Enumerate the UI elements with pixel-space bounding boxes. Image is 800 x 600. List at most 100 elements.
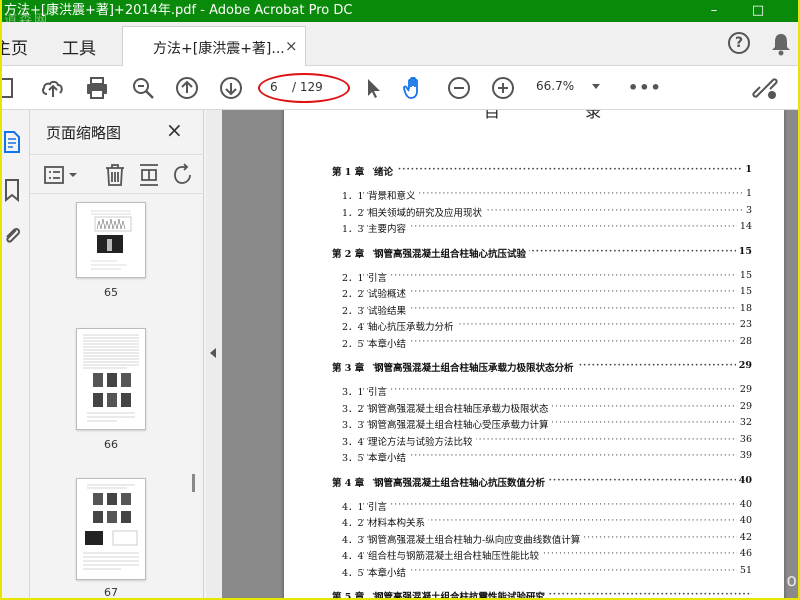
thumbnail-page-number: 67 [104, 586, 118, 599]
toc-number: 第 2 章 [332, 248, 365, 260]
toc-chapter-row[interactable]: ········································… [332, 360, 752, 374]
toc-section-row[interactable]: ········································… [332, 302, 752, 317]
bookmark-icon[interactable] [2, 178, 22, 202]
toc-leader-dots: ········································… [372, 164, 752, 175]
toc-section-row[interactable]: ········································… [332, 384, 752, 398]
zoom-search-icon[interactable] [130, 75, 156, 101]
delete-page-icon[interactable] [104, 163, 126, 187]
toc-chapter-row[interactable]: ········································… [332, 164, 752, 178]
toc-section-row[interactable]: ········································… [332, 548, 752, 562]
toc-heading: 目 录 [484, 110, 642, 121]
toc-leader-dots: ········································… [362, 498, 752, 510]
toc-section-row[interactable]: ········································… [332, 188, 752, 202]
select-cursor-icon[interactable] [360, 75, 386, 101]
close-panel-icon[interactable]: × [166, 118, 183, 142]
zoom-out-icon[interactable] [446, 75, 472, 101]
toc-section-row[interactable]: ········································… [332, 204, 752, 219]
document-page: 目 录 ····································… [284, 110, 784, 600]
minimize-button[interactable]: – [696, 0, 732, 22]
toc-leader-dots: ········································… [362, 286, 752, 297]
page-thumbnails-icon[interactable] [2, 130, 22, 154]
toc-title: 钢管高强混凝土组合柱轴心抗压试验 [374, 245, 530, 260]
toc-leader-dots: ········································… [362, 269, 752, 281]
toc-number: 3．1 [342, 387, 364, 398]
toc-section-row[interactable]: ········································… [332, 515, 752, 529]
toc-number: 2．4 [342, 322, 364, 333]
toc-leader-dots: ········································… [362, 188, 752, 199]
thumbnail-page[interactable] [76, 478, 146, 580]
attachment-icon[interactable] [2, 224, 22, 248]
toc-section-row[interactable]: ········································… [332, 286, 752, 300]
toc-title: 材料本构关系 [368, 515, 429, 529]
save-icon[interactable] [0, 75, 20, 101]
help-icon[interactable]: ? [728, 32, 750, 54]
toc-number: 3．5 [342, 453, 364, 464]
toc-number: 4．2 [342, 518, 364, 529]
toc-number: 1．2 [342, 207, 364, 219]
collapse-panel-handle[interactable] [206, 110, 222, 600]
site-watermark: www.cndao.com [656, 570, 800, 591]
share-link-icon[interactable] [752, 75, 778, 101]
title-bar: 方法+[康洪震+著]+2014年.pdf - Adobe Acrobat Pro… [0, 0, 800, 28]
toc-number: 3．3 [342, 420, 364, 431]
thumbnail-page[interactable] [76, 328, 146, 430]
print-icon[interactable] [84, 75, 110, 101]
toc-leader-dots: ········································… [362, 221, 752, 232]
document-viewport[interactable]: 目 录 ····································… [222, 110, 798, 600]
toc-section-row[interactable]: ········································… [332, 433, 752, 448]
tab-home[interactable]: 主页 [0, 34, 28, 59]
toc-number: 3．4 [342, 436, 364, 448]
toc-chapter-row[interactable]: ········································… [332, 474, 752, 489]
thumbnail-scrollbar[interactable] [188, 194, 202, 600]
toc-leader-dots: ········································… [362, 384, 752, 395]
toc-section-row[interactable]: ········································… [332, 417, 752, 431]
toc-number: 4．1 [342, 501, 364, 513]
tab-document[interactable]: 方法+[康洪震+著]... × [122, 26, 306, 66]
toc-title: 引言 [368, 498, 391, 513]
zoom-dropdown[interactable]: 66.7% [536, 79, 606, 93]
more-tools-button[interactable]: ••• [628, 78, 662, 97]
scrollbar-thumb[interactable] [192, 474, 195, 492]
thumbnail-options-icon[interactable] [44, 165, 80, 185]
toc-section-row[interactable]: ········································… [332, 531, 752, 546]
toc-chapter-row[interactable]: ········································… [332, 245, 752, 260]
hand-tool-icon[interactable] [402, 75, 428, 101]
toc-section-row[interactable]: ········································… [332, 221, 752, 235]
toc-number: 2．5 [342, 338, 364, 350]
toc-page-number: 29 [736, 400, 752, 412]
toc-title: 绪论 [374, 164, 397, 178]
toc-page-number: 15 [735, 245, 752, 257]
extract-page-icon[interactable] [138, 163, 160, 187]
toc-page-number: 1 [742, 164, 752, 175]
toc-section-row[interactable]: ········································… [332, 450, 752, 464]
toc-title: 引言 [368, 384, 391, 398]
thumbnail-page[interactable] [76, 202, 146, 278]
zoom-in-icon[interactable] [490, 75, 516, 101]
page-thumbnails-panel: 页面缩略图 × 65 66 67 [30, 110, 204, 600]
toc-title: 试验结果 [368, 302, 410, 317]
maximize-button[interactable]: □ [740, 0, 776, 22]
tab-tools[interactable]: 工具 [62, 34, 96, 59]
toc-page-number: 39 [736, 450, 752, 461]
toc-section-row[interactable]: ········································… [332, 269, 752, 284]
toc-section-row[interactable]: ········································… [332, 335, 752, 350]
bell-icon[interactable] [770, 32, 792, 56]
close-tab-icon[interactable]: × [285, 37, 298, 55]
toc-number: 1．3 [342, 224, 364, 235]
toc-number: 1．1 [342, 191, 364, 202]
toc-title: 试验概述 [368, 286, 410, 300]
toc-page-number: 40 [736, 498, 752, 510]
toc-section-row[interactable]: ········································… [332, 498, 752, 513]
previous-page-icon[interactable] [174, 75, 200, 101]
toc-section-row[interactable]: ········································… [332, 400, 752, 415]
left-navigation-rail [0, 110, 30, 600]
next-page-icon[interactable] [218, 75, 244, 101]
rotate-page-icon[interactable] [172, 163, 194, 187]
toc-section-row[interactable]: ········································… [332, 319, 752, 333]
toc-page-number: 29 [736, 384, 752, 395]
page-thumbnail-image [91, 210, 132, 270]
cloud-upload-icon[interactable] [40, 75, 66, 101]
toc-title: 钢管高强混凝土组合柱轴压承载力极限状态 [368, 400, 552, 415]
toc-page-number: 3 [742, 204, 752, 216]
toc-page-number: 18 [736, 302, 752, 314]
